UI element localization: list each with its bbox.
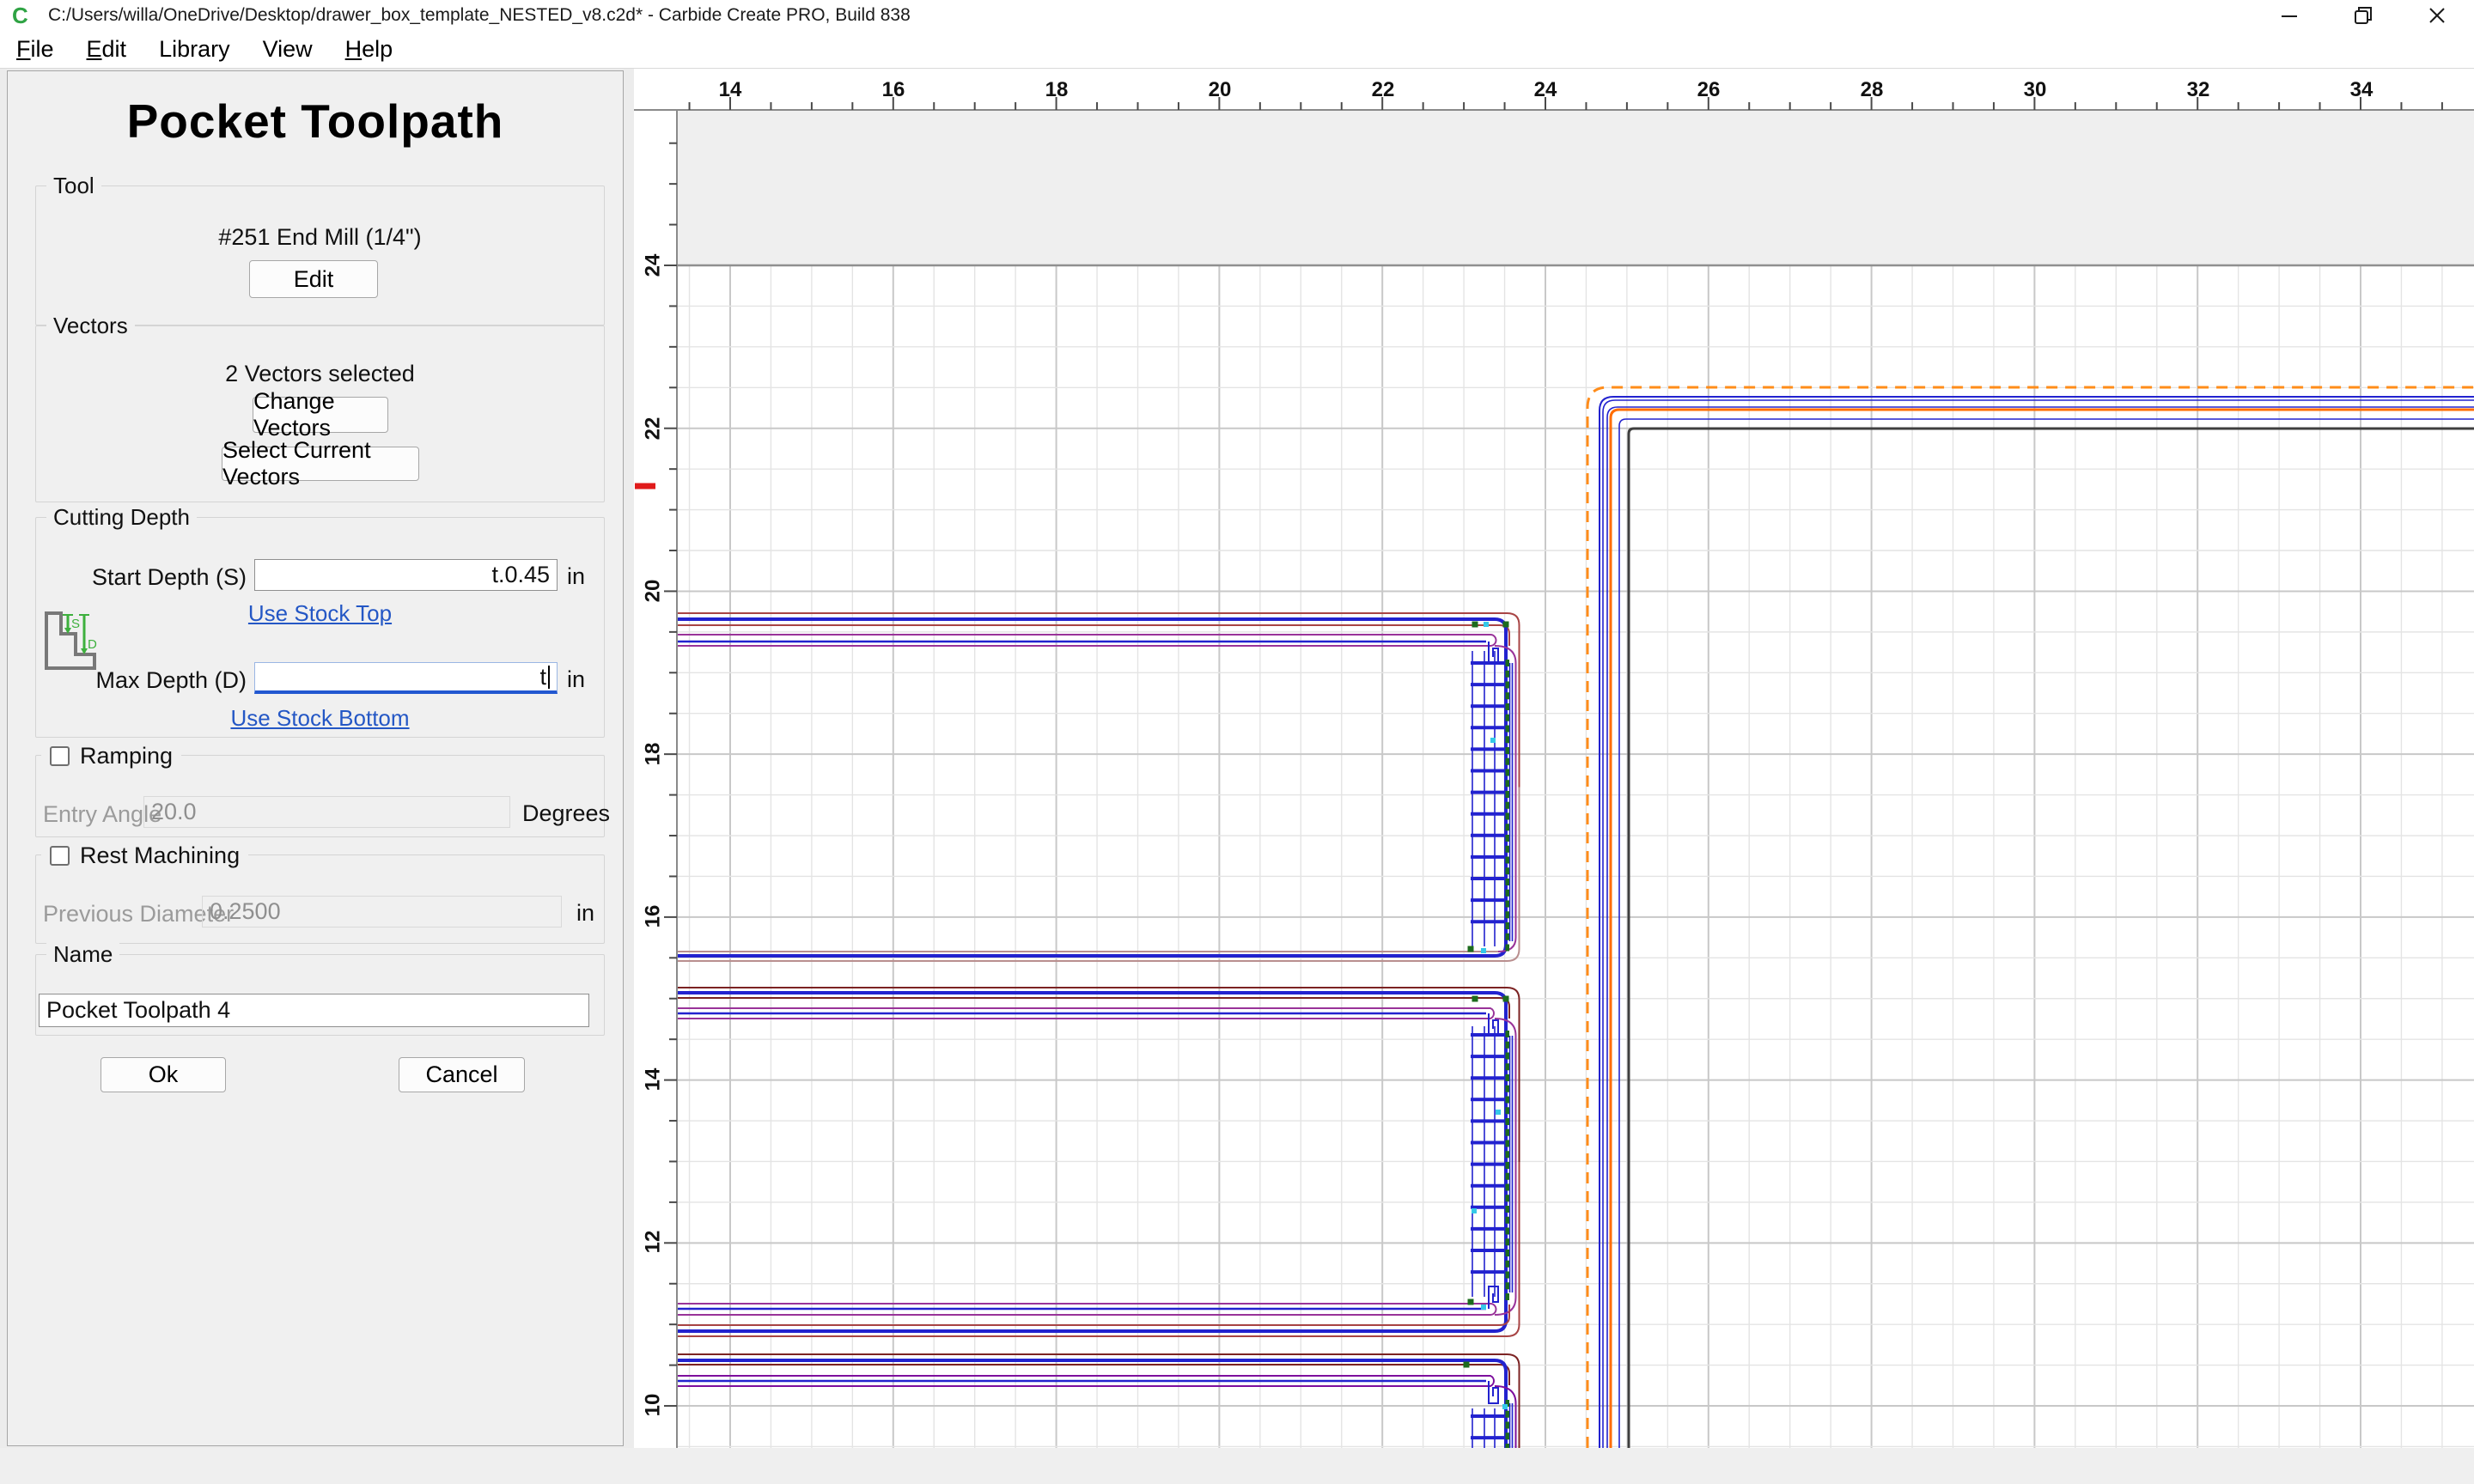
entry-angle-unit: Degrees [522,800,610,827]
svg-text:20: 20 [1209,78,1232,101]
svg-text:18: 18 [642,743,665,766]
window-title: C:/Users/willa/OneDrive/Desktop/drawer_b… [48,0,911,31]
ok-button[interactable]: Ok [101,1057,226,1092]
window-controls [2252,0,2474,31]
start-depth-input[interactable]: t.0.45 [254,559,558,591]
svg-text:32: 32 [2187,78,2210,101]
design-canvas[interactable]: 14 16 18 20 22 24 26 28 30 32 34 24 22 20 18 16 14 12 10 [634,69,2474,1448]
toolpath-name-input[interactable]: Pocket Toolpath 4 [39,994,589,1027]
app-icon: C [12,4,34,27]
status-bar [0,1448,2474,1484]
select-current-vectors-button[interactable]: Select Current Vectors [222,447,419,481]
text-caret [548,666,550,689]
tool-group-label: Tool [46,173,101,199]
name-group: Name Pocket Toolpath 4 [35,954,605,1036]
menu-bar: FileEditLibraryViewHelp [0,31,2474,69]
start-depth-unit: in [567,563,585,590]
use-stock-top-link[interactable]: Use Stock Top [36,600,604,627]
previous-diameter-input: 0.2500 [202,896,562,928]
vectors-group: Vectors 2 Vectors selected Change Vector… [35,325,605,502]
svg-text:14: 14 [719,78,742,101]
pocket-toolpath-panel: Pocket Toolpath Tool #251 End Mill (1/4"… [7,70,624,1446]
menu-item-library[interactable]: Library [143,36,247,63]
svg-text:16: 16 [882,78,905,101]
menu-item-help[interactable]: Help [329,36,410,63]
max-depth-unit: in [567,666,585,693]
use-stock-bottom-link[interactable]: Use Stock Bottom [36,705,604,732]
minimize-icon [2279,5,2300,26]
tool-group: Tool #251 End Mill (1/4") Edit [35,186,605,325]
rest-machining-group: Rest Machining Previous Diameter 0.2500 … [35,855,605,944]
ramping-label: Ramping [80,743,173,769]
change-vectors-button[interactable]: Change Vectors [253,397,388,433]
svg-text:26: 26 [1697,78,1721,101]
panel-title: Pocket Toolpath [8,94,623,149]
svg-text:D: D [88,637,97,652]
previous-diameter-unit: in [576,900,594,927]
svg-text:20: 20 [642,580,665,603]
entry-angle-input: 20.0 [143,796,510,828]
title-bar: C C:/Users/willa/OneDrive/Desktop/drawer… [0,0,2474,31]
start-depth-label: Start Depth (S) [36,564,247,591]
svg-text:22: 22 [1372,78,1395,101]
svg-text:24: 24 [1534,78,1557,101]
close-button[interactable] [2400,0,2474,31]
cutting-depth-group: Cutting Depth Start Depth (S) t.0.45 in … [35,517,605,738]
svg-text:10: 10 [642,1394,665,1417]
max-depth-value: t [539,664,546,690]
svg-text:24: 24 [642,253,665,277]
svg-text:S: S [71,617,80,631]
rest-machining-checkbox[interactable] [50,846,70,866]
minimize-button[interactable] [2252,0,2326,31]
svg-text:22: 22 [642,417,665,441]
vectors-status: 2 Vectors selected [36,361,604,387]
restore-button[interactable] [2326,0,2400,31]
svg-text:34: 34 [2350,78,2373,101]
svg-text:14: 14 [642,1067,665,1091]
main-area: Pocket Toolpath Tool #251 End Mill (1/4"… [0,69,2474,1448]
tool-name: #251 End Mill (1/4") [36,224,604,251]
ramping-checkbox[interactable] [50,746,70,766]
svg-text:12: 12 [642,1231,665,1254]
svg-text:16: 16 [642,905,665,928]
close-icon [2427,5,2447,26]
max-depth-input[interactable]: t [254,662,558,694]
menu-item-view[interactable]: View [247,36,329,63]
cancel-button[interactable]: Cancel [399,1057,525,1092]
ramping-group: Ramping Entry Angle 20.0 Degrees [35,755,605,837]
menu-item-file[interactable]: File [0,36,70,63]
menu-item-edit[interactable]: Edit [70,36,143,63]
svg-text:18: 18 [1045,78,1069,101]
name-group-label: Name [46,941,119,968]
svg-text:28: 28 [1861,78,1884,101]
vectors-group-label: Vectors [46,313,135,339]
svg-text:30: 30 [2024,78,2047,101]
rest-machining-label: Rest Machining [80,842,240,869]
edit-tool-button[interactable]: Edit [249,260,378,298]
max-depth-label: Max Depth (D) [36,667,247,694]
cutting-depth-group-label: Cutting Depth [46,504,197,531]
restore-icon [2352,4,2374,27]
